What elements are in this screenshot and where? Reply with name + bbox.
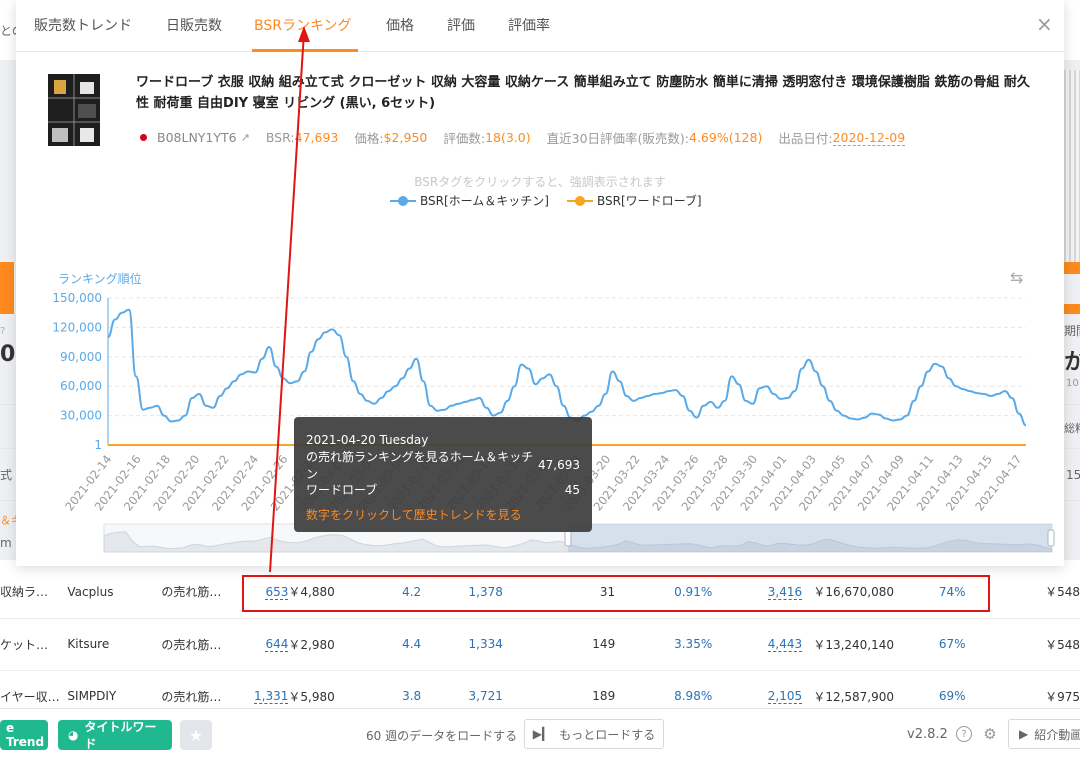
- zoom-slider-selection[interactable]: [568, 524, 1052, 552]
- tooltip-date: 2021-04-20 Tuesday: [306, 432, 429, 447]
- rate-value: 4.69%(128): [689, 130, 763, 145]
- table-cell-pct: 67%: [894, 618, 966, 671]
- star-icon: ★: [188, 725, 204, 745]
- chart-tooltip: 2021-04-20 Tuesday の売れ筋ランキングを見るホーム＆キッチン …: [294, 417, 592, 532]
- status-dot: [140, 134, 147, 141]
- intro-video-button[interactable]: ▶ 紹介動画: [1008, 719, 1080, 749]
- table-cell-bsr-link[interactable]: の売れ筋…: [161, 566, 254, 619]
- version-label: v2.8.2: [907, 727, 948, 742]
- table-cell-price: ￥2,980: [288, 618, 381, 671]
- bg-fragment: 総料: [1064, 422, 1080, 435]
- load-weeks-text: 60 週のデータをロードする: [366, 729, 518, 743]
- table-cell-name: 収納ラ…: [0, 566, 68, 619]
- table-cell-bsr-link[interactable]: の売れ筋…: [161, 618, 254, 671]
- y-tick-label: 90,000: [60, 350, 102, 364]
- help-icon[interactable]: ?: [956, 726, 972, 742]
- price-label: 価格:: [354, 131, 384, 146]
- tab-bsr-ranking[interactable]: BSRランキング: [254, 15, 352, 35]
- bg-orange-tab-right-2: [1064, 304, 1080, 314]
- reviews-value: 18(3.0): [485, 130, 531, 145]
- bg-product-image: [1064, 70, 1080, 270]
- product-meta: B08LNY1YT6 ↗ BSR: 47,693 価格: $2,950 評価数:…: [140, 128, 921, 147]
- legend-item-home-kitchen[interactable]: BSR[ホーム＆キッチン]: [390, 192, 549, 209]
- y-tick-label: 1: [94, 438, 102, 452]
- y-tick-label: 150,000: [52, 291, 102, 305]
- bg-fragment: m: [0, 536, 12, 550]
- tab-daily-sales[interactable]: 日販売数: [166, 15, 222, 35]
- tab-sales-trend[interactable]: 販売数トレンド: [34, 15, 132, 35]
- table-cell-revenue: ￥13,240,140: [802, 618, 895, 671]
- tooltip-history-link[interactable]: 数字をクリックして歴史トレンドを見る: [306, 506, 522, 523]
- play-icon: ▶: [1019, 727, 1029, 741]
- bg-fragment: 0: [0, 342, 16, 367]
- table-cell-brand[interactable]: Kitsure: [67, 618, 162, 671]
- table-cell-brand[interactable]: Vacplus: [67, 566, 162, 619]
- active-tab-indicator: [252, 49, 358, 52]
- tooltip-series-label: の売れ筋ランキングを見るホーム＆キッチン: [306, 449, 534, 481]
- tab-rating[interactable]: 評価: [447, 15, 475, 35]
- listing-date-label: 出品日付:: [778, 131, 833, 146]
- tab-price[interactable]: 価格: [386, 15, 414, 35]
- bg-help-icon: ?: [0, 326, 6, 337]
- product-image: [46, 72, 102, 148]
- table-cell-reviews: 1,334: [421, 618, 503, 671]
- legend-marker: [566, 195, 593, 206]
- bg-fragment: 15: [1066, 468, 1080, 482]
- bg-fragment: か: [1064, 350, 1080, 375]
- table-cell-fee: ￥548: [965, 618, 1080, 671]
- tooltip-series-value[interactable]: 47,693: [538, 458, 580, 472]
- close-icon[interactable]: ×: [1036, 14, 1053, 34]
- bg-fragment: 期間: [1064, 324, 1080, 338]
- reviews-label: 評価数:: [443, 131, 486, 146]
- bg-orange-tab-right: [1064, 262, 1080, 274]
- y-tick-label: 30,000: [60, 409, 102, 423]
- table-cell-rating: 4.4: [380, 618, 422, 671]
- legend-marker: [390, 195, 416, 206]
- pie-chart-icon: ◕: [68, 728, 79, 742]
- highlight-annotation-box: [242, 575, 990, 612]
- y-tick-label: 60,000: [60, 379, 102, 393]
- load-more-button[interactable]: ▶▎ もっとロードする: [524, 719, 664, 749]
- bsr-label: BSR:: [265, 130, 295, 145]
- tooltip-series-value[interactable]: 45: [565, 483, 580, 497]
- gear-icon[interactable]: ⚙: [982, 725, 998, 743]
- skip-next-icon: ▶▎: [532, 727, 552, 741]
- tooltip-series-label: ワードローブ: [306, 483, 378, 497]
- table-row[interactable]: ケット… Kitsure の売れ筋… 644 ￥2,980 4.4 1,334 149 3.35…: [0, 618, 1080, 671]
- table-cell-bsr[interactable]: 644: [253, 618, 289, 671]
- external-link-icon[interactable]: ↗: [241, 131, 250, 144]
- bg-fragment: 式: [0, 468, 13, 482]
- trend-button[interactable]: e Trend: [0, 720, 48, 750]
- table-cell-col5: 149: [502, 618, 616, 671]
- zoom-handle-right[interactable]: [1047, 529, 1055, 547]
- legend-item-wardrobe[interactable]: BSR[ワードローブ]: [566, 192, 702, 209]
- table-cell-name: ケット…: [0, 618, 68, 671]
- tab-rating-rate[interactable]: 評価率: [508, 15, 550, 35]
- title-word-button[interactable]: ◕ タイトルワード: [58, 720, 172, 751]
- zoom-handle-left[interactable]: [564, 529, 572, 547]
- bg-orange-tab: [0, 262, 14, 314]
- table-cell-col6: 3.35%: [615, 618, 713, 671]
- chart-hint: BSRタグをクリックすると、強調表示されます: [414, 175, 666, 189]
- product-title: ワードローブ 衣服 収納 組み立て式 クローゼット 収納 大容量 収納ケース 簡…: [136, 75, 1030, 111]
- bg-fragment: 10: [1066, 378, 1079, 389]
- bsr-value: 47,693: [294, 130, 339, 145]
- asin-link[interactable]: B08LNY1YT6: [157, 130, 237, 145]
- price-value: $2,950: [383, 130, 428, 145]
- bsr-trend-modal: 販売数トレンド 日販売数 BSRランキング 価格 評価 評価率 × ワードローブ…: [16, 0, 1064, 566]
- table-cell-sales[interactable]: 4,443: [712, 618, 803, 671]
- listing-date-value[interactable]: 2020-12-09: [832, 130, 906, 146]
- favorite-button[interactable]: ★: [180, 720, 212, 750]
- tab-bar: 販売数トレンド 日販売数 BSRランキング 価格 評価 評価率 ×: [16, 0, 1064, 52]
- chart-legend: BSR[ホーム＆キッチン] BSR[ワードローブ]: [390, 192, 702, 209]
- y-tick-label: 120,000: [52, 320, 102, 334]
- rate-label: 直近30日評価率(販売数):: [546, 131, 689, 146]
